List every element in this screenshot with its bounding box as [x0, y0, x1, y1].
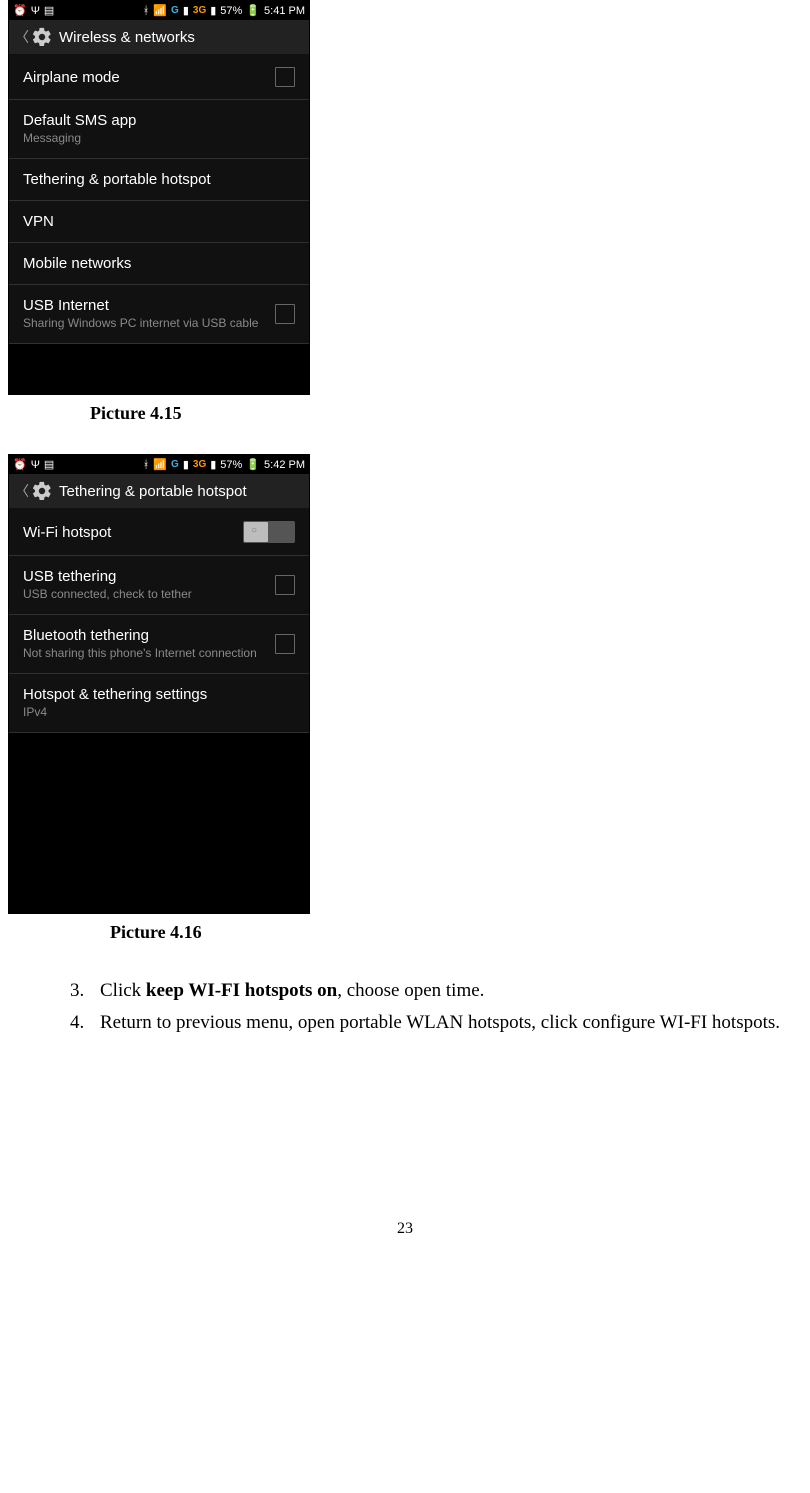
blank-area [9, 733, 309, 913]
item-title: USB tethering [23, 568, 265, 585]
signal-bars-icon-2: ▮ [210, 458, 216, 471]
item-default-sms[interactable]: Default SMS app Messaging [9, 100, 309, 159]
bluetooth-icon: ᚼ [143, 459, 150, 471]
screen-title: Wireless & networks [59, 29, 195, 46]
usb-icon: Ψ [31, 5, 40, 17]
back-chevron-icon: 〈 [15, 27, 29, 47]
step-text: Return to previous menu, open portable W… [100, 1007, 790, 1039]
item-title: Default SMS app [23, 112, 295, 129]
signal-bars-icon: ▮ [183, 458, 189, 471]
wifi-icon: 📶 [153, 458, 167, 471]
item-tethering[interactable]: Tethering & portable hotspot [9, 159, 309, 201]
bluetooth-tethering-checkbox[interactable] [275, 634, 295, 654]
battery-percent: 57% [220, 5, 242, 17]
settings-list: Wi-Fi hotspot USB tethering USB connecte… [9, 509, 309, 733]
settings-gear-icon [31, 26, 53, 48]
item-subtitle: IPv4 [23, 705, 295, 720]
blank-area [9, 344, 309, 394]
action-bar[interactable]: 〈 Wireless & networks [9, 20, 309, 55]
item-title: Hotspot & tethering settings [23, 686, 295, 703]
item-airplane-mode[interactable]: Airplane mode [9, 55, 309, 100]
item-vpn[interactable]: VPN [9, 201, 309, 243]
sd-icon: ▤ [44, 4, 54, 17]
sd-icon: ▤ [44, 458, 54, 471]
usb-tethering-checkbox[interactable] [275, 575, 295, 595]
page-number: 23 [0, 1220, 810, 1238]
clock: 5:42 PM [264, 459, 305, 471]
signal-bars-icon-2: ▮ [210, 4, 216, 17]
item-title: Bluetooth tethering [23, 627, 265, 644]
battery-icon: 🔋 [246, 4, 260, 17]
status-left: ⏰ Ψ ▤ [13, 4, 54, 17]
settings-gear-icon [31, 480, 53, 502]
wifi-icon: 📶 [153, 4, 167, 17]
status-right: ᚼ 📶 G ▮ 3G ▮ 57% 🔋 5:41 PM [143, 4, 305, 17]
step-number: 3. [70, 975, 100, 1007]
airplane-checkbox[interactable] [275, 67, 295, 87]
instruction-list: 3. Click keep WI-FI hotspots on, choose … [70, 975, 790, 1040]
item-title: VPN [23, 213, 295, 230]
item-title: Tethering & portable hotspot [23, 171, 295, 188]
item-title: Airplane mode [23, 69, 265, 86]
item-subtitle: Not sharing this phone's Internet connec… [23, 646, 265, 661]
status-bar: ⏰ Ψ ▤ ᚼ 📶 G ▮ 3G ▮ 57% 🔋 5:41 PM [9, 1, 309, 20]
item-wifi-hotspot[interactable]: Wi-Fi hotspot [9, 509, 309, 556]
clock: 5:41 PM [264, 5, 305, 17]
signal-g-label: G [171, 5, 179, 16]
alarm-icon: ⏰ [13, 458, 27, 471]
item-usb-internet[interactable]: USB Internet Sharing Windows PC internet… [9, 285, 309, 344]
signal-bars-icon: ▮ [183, 4, 189, 17]
status-bar: ⏰ Ψ ▤ ᚼ 📶 G ▮ 3G ▮ 57% 🔋 5:42 PM [9, 455, 309, 474]
item-bluetooth-tethering[interactable]: Bluetooth tethering Not sharing this pho… [9, 615, 309, 674]
battery-icon: 🔋 [246, 458, 260, 471]
step-text: Click keep WI-FI hotspots on, choose ope… [100, 975, 790, 1007]
usb-internet-checkbox[interactable] [275, 304, 295, 324]
item-title: Wi-Fi hotspot [23, 524, 235, 541]
document-page: ⏰ Ψ ▤ ᚼ 📶 G ▮ 3G ▮ 57% 🔋 5:41 PM 〈 Wirel… [0, 0, 810, 1278]
wifi-hotspot-switch[interactable] [243, 521, 295, 543]
bluetooth-icon: ᚼ [143, 5, 150, 17]
text-part: , choose open time. [337, 980, 484, 1001]
usb-icon: Ψ [31, 459, 40, 471]
item-usb-tethering[interactable]: USB tethering USB connected, check to te… [9, 556, 309, 615]
screen-title: Tethering & portable hotspot [59, 483, 247, 500]
action-bar[interactable]: 〈 Tethering & portable hotspot [9, 474, 309, 509]
instruction-step-4: 4. Return to previous menu, open portabl… [70, 1007, 790, 1039]
item-mobile-networks[interactable]: Mobile networks [9, 243, 309, 285]
status-left: ⏰ Ψ ▤ [13, 458, 54, 471]
item-subtitle: Messaging [23, 131, 295, 146]
battery-percent: 57% [220, 459, 242, 471]
item-title: Mobile networks [23, 255, 295, 272]
text-part: Click [100, 980, 146, 1001]
back-chevron-icon: 〈 [15, 481, 29, 501]
caption-picture-4-15: Picture 4.15 [90, 403, 810, 424]
signal-3g-label: 3G [193, 5, 206, 16]
item-subtitle: USB connected, check to tether [23, 587, 265, 602]
text-bold: keep WI-FI hotspots on [146, 980, 337, 1001]
caption-picture-4-16: Picture 4.16 [110, 922, 810, 943]
item-title: USB Internet [23, 297, 265, 314]
screenshot-wireless-networks: ⏰ Ψ ▤ ᚼ 📶 G ▮ 3G ▮ 57% 🔋 5:41 PM 〈 Wirel… [8, 0, 310, 395]
settings-list: Airplane mode Default SMS app Messaging … [9, 55, 309, 344]
item-subtitle: Sharing Windows PC internet via USB cabl… [23, 316, 265, 331]
screenshot-tethering: ⏰ Ψ ▤ ᚼ 📶 G ▮ 3G ▮ 57% 🔋 5:42 PM 〈 Tethe… [8, 454, 310, 914]
alarm-icon: ⏰ [13, 4, 27, 17]
item-hotspot-settings[interactable]: Hotspot & tethering settings IPv4 [9, 674, 309, 733]
step-number: 4. [70, 1007, 100, 1039]
signal-3g-label: 3G [193, 459, 206, 470]
signal-g-label: G [171, 459, 179, 470]
status-right: ᚼ 📶 G ▮ 3G ▮ 57% 🔋 5:42 PM [143, 458, 305, 471]
instruction-step-3: 3. Click keep WI-FI hotspots on, choose … [70, 975, 790, 1007]
